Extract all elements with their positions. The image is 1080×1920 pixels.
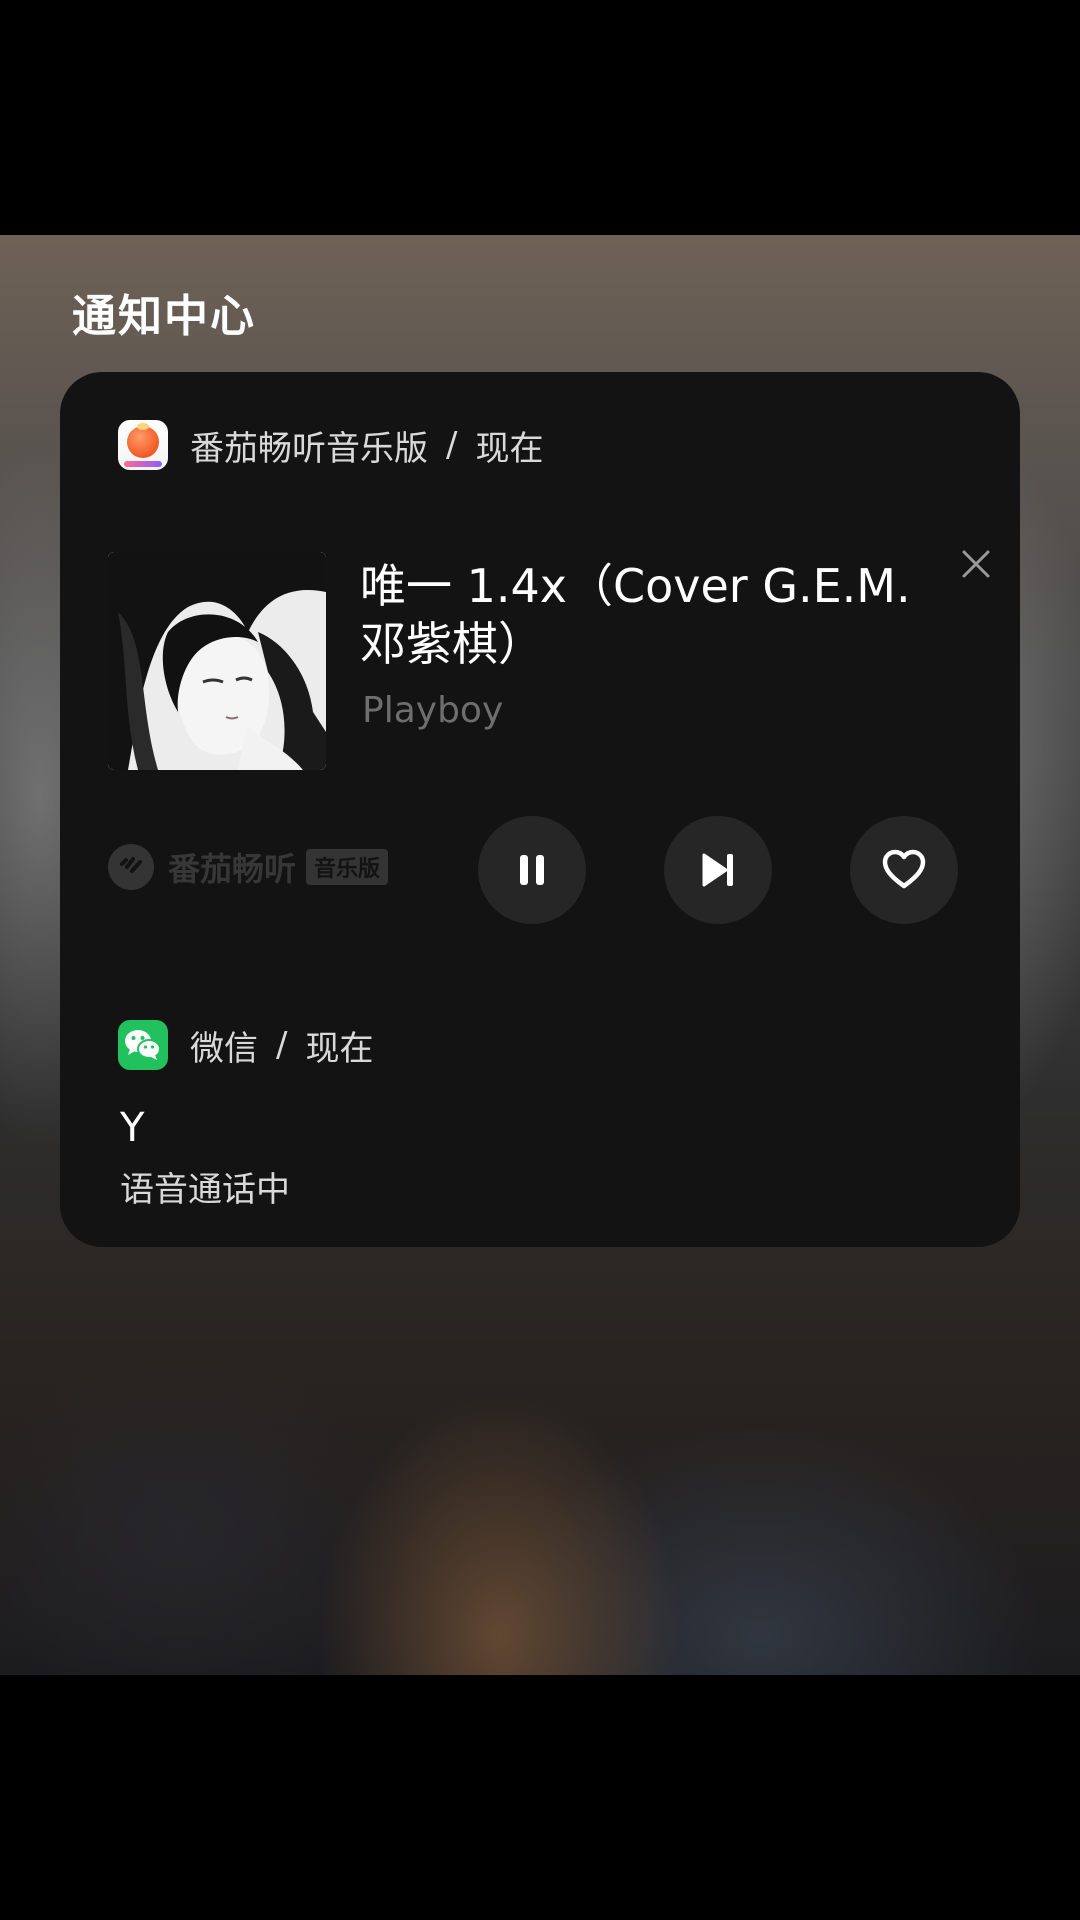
tomato-brand-logo: 番茄畅听 音乐版 xyxy=(108,844,389,890)
notification-card: 番茄畅听音乐版 / 现在 唯一 1.4x（Cover G.E.M. 邓紫棋） P… xyxy=(60,372,1020,1247)
pause-button[interactable] xyxy=(478,816,586,924)
header-separator: / xyxy=(446,425,458,465)
heart-icon xyxy=(882,849,926,889)
like-button[interactable] xyxy=(850,816,958,924)
wechat-icon xyxy=(118,1020,168,1070)
wechat-notification-time: 现在 xyxy=(305,1028,374,1069)
album-art-image xyxy=(108,552,326,770)
message-sender: Y xyxy=(120,1105,145,1151)
music-notification-time: 现在 xyxy=(475,428,544,469)
tomato-app-icon xyxy=(118,420,168,470)
pause-icon xyxy=(520,855,544,885)
brand-tag: 音乐版 xyxy=(306,849,389,885)
song-artist: Playboy xyxy=(362,690,504,731)
tomato-brand-icon xyxy=(108,844,154,890)
screen: 通知中心 番茄畅听音乐版 / 现在 唯一 1.4x（Cover G.E.M. 邓… xyxy=(0,0,1080,1920)
song-title: 唯一 1.4x（Cover G.E.M. 邓紫棋） xyxy=(360,559,911,671)
close-button[interactable] xyxy=(946,534,1006,594)
next-track-button[interactable] xyxy=(664,816,772,924)
music-app-name: 番茄畅听音乐版 xyxy=(190,428,428,469)
brand-text: 番茄畅听 xyxy=(168,850,297,888)
message-body: 语音通话中 xyxy=(120,1170,290,1210)
close-icon xyxy=(962,550,990,578)
skip-next-icon xyxy=(702,853,733,887)
header-separator: / xyxy=(276,1025,288,1065)
music-notification-header: 番茄畅听音乐版 / 现在 xyxy=(118,420,543,470)
notification-center-title: 通知中心 xyxy=(72,291,256,342)
wechat-notification-header: 微信 / 现在 xyxy=(118,1020,373,1070)
wechat-app-name: 微信 xyxy=(190,1028,258,1069)
album-art[interactable] xyxy=(108,552,326,770)
